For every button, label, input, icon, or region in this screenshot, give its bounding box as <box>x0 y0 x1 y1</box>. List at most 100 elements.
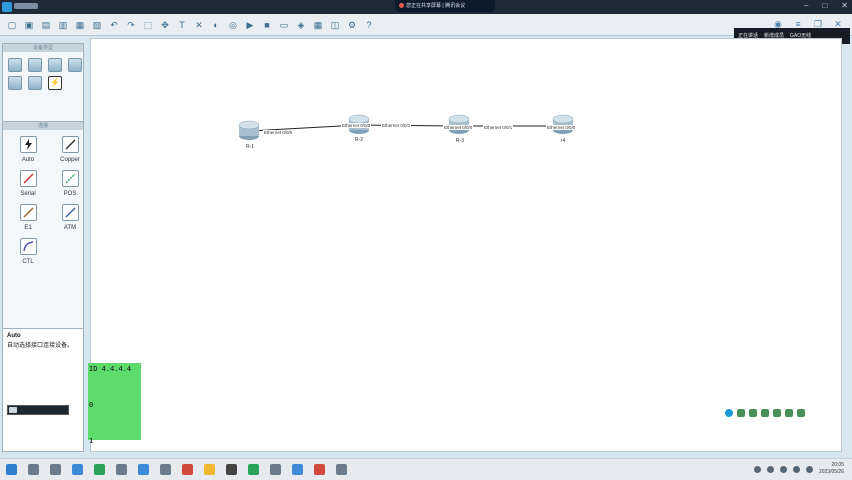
connection-serial[interactable]: Serial <box>9 170 47 197</box>
connection-category-icon[interactable]: ⚡ <box>48 76 62 90</box>
system-tray: 20:05 2023/05/26 <box>753 462 844 476</box>
ctl-cable-icon <box>19 238 37 255</box>
node-label: R-3 <box>456 138 465 144</box>
left-sidebar: 设备类型 ⚡ 连接 Auto Copper Serial POS E1 ATM … <box>0 38 86 452</box>
skin-icon[interactable] <box>785 409 793 417</box>
wifi-icon[interactable] <box>792 465 800 473</box>
terminal-line: 0 <box>89 401 94 409</box>
connection-atm[interactable]: ATM <box>51 204 89 231</box>
select-icon[interactable]: ⬚ <box>142 19 154 31</box>
terminal-line: ID 4.4.4.4 <box>89 365 132 373</box>
interface-label: Ethernet 0/0/0 <box>546 125 577 130</box>
maximize-icon[interactable]: □ <box>822 1 827 10</box>
taskbar-apps <box>6 464 347 475</box>
task-view-icon[interactable] <box>50 464 61 475</box>
open-icon[interactable]: ▤ <box>40 19 52 31</box>
chat-icon[interactable] <box>94 464 105 475</box>
save-icon[interactable]: ▥ <box>57 19 69 31</box>
start-all-icon[interactable]: ▶ <box>244 19 256 31</box>
wlan-category-icon[interactable] <box>48 58 62 72</box>
clock-date: 2023/05/26 <box>818 469 844 475</box>
app-icon[interactable] <box>204 464 215 475</box>
new-topology-icon[interactable]: ▣ <box>23 19 35 31</box>
connection-ctl[interactable]: CTL <box>9 238 47 265</box>
tray-icon[interactable] <box>779 465 787 473</box>
save-as-icon[interactable]: ▦ <box>74 19 86 31</box>
ime-punct-icon[interactable] <box>749 409 757 417</box>
connection-label: Copper <box>60 157 80 163</box>
firewall-category-icon[interactable] <box>68 58 82 72</box>
stop-all-icon[interactable]: ■ <box>261 19 273 31</box>
switch-category-icon[interactable] <box>28 58 42 72</box>
help-icon[interactable]: ? <box>363 19 375 31</box>
tray-icon[interactable] <box>753 465 761 473</box>
interface-label: Ethernet 0/0/1 <box>483 125 514 130</box>
new-file-icon[interactable]: ▢ <box>6 19 18 31</box>
connection-pos[interactable]: POS <box>51 170 89 197</box>
text-icon[interactable]: T <box>176 19 188 31</box>
redo-icon[interactable]: ↷ <box>125 19 137 31</box>
app-icon[interactable] <box>292 464 303 475</box>
clock[interactable]: 20:05 2023/05/26 <box>819 462 844 476</box>
app-icon[interactable] <box>182 464 193 475</box>
app-icon[interactable] <box>336 464 347 475</box>
tray-icon[interactable] <box>766 465 774 473</box>
button-icon <box>9 407 17 413</box>
app-icon[interactable] <box>314 464 325 475</box>
connection-copper[interactable]: Copper <box>51 136 89 163</box>
connection-label: CTL <box>22 259 34 265</box>
interface-label: Ethernet 0/0/0 <box>263 130 294 135</box>
windows-start-icon[interactable] <box>6 464 17 475</box>
app-icon[interactable] <box>138 464 149 475</box>
palette-icon[interactable]: ◐ <box>210 19 222 31</box>
connection-label: Serial <box>20 191 36 197</box>
router-category-icon[interactable] <box>8 58 22 72</box>
search-icon[interactable] <box>28 464 39 475</box>
ensp-taskbar-icon[interactable] <box>226 464 237 475</box>
meeting-share-bar[interactable]: 您正在共享屏幕 | 腾讯会议 <box>395 0 495 12</box>
node-label: R-2 <box>355 137 364 143</box>
print-icon[interactable]: ▧ <box>91 19 103 31</box>
browser-icon[interactable] <box>72 464 83 475</box>
connection-auto[interactable]: Auto <box>9 136 47 163</box>
target-icon[interactable]: ◎ <box>227 19 239 31</box>
microphone-icon[interactable] <box>761 409 769 417</box>
capture-icon[interactable]: ◈ <box>295 19 307 31</box>
cloud-category-icon[interactable] <box>28 76 42 90</box>
copper-cable-icon <box>61 136 79 153</box>
volume-icon[interactable] <box>805 465 813 473</box>
minimize-icon[interactable]: – <box>804 1 808 10</box>
grid-icon[interactable]: ▦ <box>312 19 324 31</box>
delete-icon[interactable]: ✕ <box>193 19 205 31</box>
description-title: Auto <box>7 333 21 339</box>
app-icon <box>2 2 12 12</box>
topology-icon[interactable]: ◫ <box>329 19 341 31</box>
e1-cable-icon <box>19 204 37 221</box>
settings-icon[interactable]: ⚙ <box>346 19 358 31</box>
router-icon[interactable] <box>238 120 260 140</box>
app-icon[interactable] <box>248 464 259 475</box>
close-icon[interactable]: ✕ <box>841 1 848 10</box>
description-action-button[interactable] <box>7 405 69 415</box>
topology-canvas[interactable]: R-1 R-2 R-3 r4 Ethernet 0/0/0 Ethernet 0… <box>90 38 842 452</box>
window-controls: – □ ✕ <box>804 1 848 10</box>
topology-svg <box>238 114 574 140</box>
move-icon[interactable]: ✥ <box>159 19 171 31</box>
app-icon[interactable] <box>270 464 281 475</box>
undo-icon[interactable]: ↶ <box>108 19 120 31</box>
connection-label: ATM <box>63 225 77 231</box>
app-icon[interactable] <box>160 464 171 475</box>
interface-label: Ethernet 0/0/0 <box>341 123 372 128</box>
connection-e1[interactable]: E1 <box>9 204 47 231</box>
ime-lang-icon[interactable] <box>737 409 745 417</box>
main-toolbar: ▢ ▣ ▤ ▥ ▦ ▧ ↶ ↷ ⬚ ✥ T ✕ ◐ ◎ ▶ ■ ▭ ◈ ▦ ◫ … <box>0 14 852 36</box>
keyboard-icon[interactable] <box>773 409 781 417</box>
ime-logo-icon[interactable] <box>725 409 733 417</box>
terminal-category-icon[interactable] <box>8 76 22 90</box>
cli-icon[interactable]: ▭ <box>278 19 290 31</box>
file-explorer-icon[interactable] <box>116 464 127 475</box>
connection-label: POS <box>63 191 77 197</box>
grid-menu-icon[interactable] <box>797 409 805 417</box>
